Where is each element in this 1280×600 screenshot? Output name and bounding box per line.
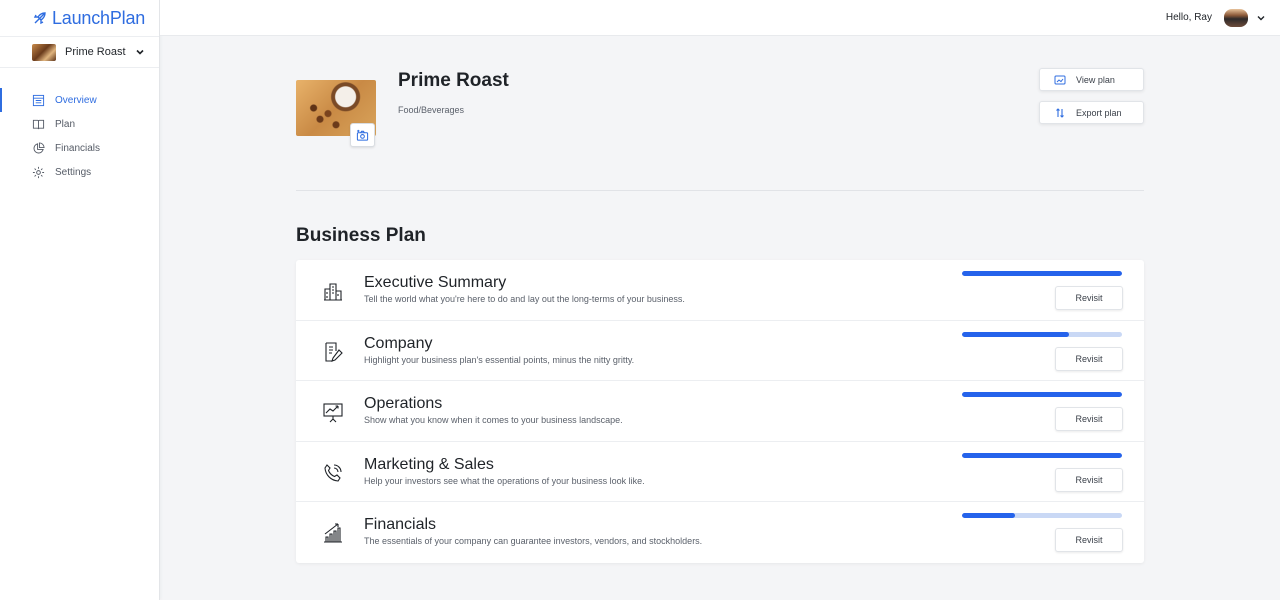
change-photo-button[interactable] [350,123,375,147]
chevron-down-icon[interactable] [1256,13,1266,23]
company-selector[interactable]: Prime Roast [0,36,159,68]
presentation-chart-icon [323,403,343,423]
plan-section-title: Operations [364,395,443,413]
progress-bar [962,331,1122,337]
growth-chart-icon [324,523,342,543]
plan-section-description: Tell the world what you're here to do an… [364,294,685,304]
sidebar-item-overview[interactable]: Overview [0,88,159,112]
section-title: Business Plan [296,225,426,246]
progress-fill [962,271,1122,276]
revisit-button[interactable]: Revisit [1055,467,1123,492]
progress-bar [962,392,1122,398]
plan-section-list: Executive Summary Tell the world what yo… [296,260,1144,563]
progress-fill [962,392,1122,398]
sidebar-item-label: Settings [55,166,92,178]
progress-bar [962,452,1122,458]
plan-section-title: Financials [364,516,437,534]
plan-section-description: Help your investors see what the operati… [364,475,645,486]
revisit-button[interactable]: Revisit [1055,407,1123,432]
sidebar-item-financials[interactable]: Financials [0,136,159,160]
revisit-button[interactable]: Revisit [1055,346,1123,371]
view-plan-button[interactable]: View plan [1039,68,1144,91]
avatar[interactable] [1224,8,1248,27]
company-selector-label: Prime Roast [65,46,126,58]
sidebar: LaunchPlan Prime Roast Overview Plan Fin… [0,0,160,600]
company-thumbnail [32,43,56,61]
sidebar-item-label: Plan [55,118,76,130]
document-edit-icon [325,342,343,362]
progress-bar [962,513,1122,519]
plan-section-description: The essentials of your company can guara… [364,536,703,547]
revisit-button[interactable]: Revisit [1055,286,1123,310]
book-icon [32,119,45,129]
progress-fill [962,513,1015,519]
sidebar-nav: Overview Plan Financials Settings [0,88,159,184]
page-title: Prime Roast [398,70,509,91]
plan-section-title: Company [364,334,433,352]
sidebar-item-label: Overview [55,94,97,106]
phone-call-icon [324,463,342,482]
overview-icon [32,94,45,106]
building-icon [324,283,342,301]
export-plan-label: Export plan [1076,107,1122,118]
plan-section-financials: Financials The essentials of your compan… [296,502,1144,563]
plan-section-description: Show what you know when it comes to your… [364,415,623,426]
plan-section-description: Highlight your business plan's essential… [364,354,635,365]
sidebar-item-plan[interactable]: Plan [0,112,159,136]
sort-arrows-icon [1056,107,1064,118]
company-industry: Food/Beverages [398,105,465,115]
sidebar-item-settings[interactable]: Settings [0,160,159,184]
plan-section-company: Company Highlight your business plan's e… [296,321,1144,382]
view-plan-label: View plan [1076,74,1115,85]
progress-bar [962,271,1122,276]
app-name: LaunchPlan [52,7,146,28]
rocket-icon [33,12,46,25]
plan-section-title: Marketing & Sales [364,455,494,473]
app-logo[interactable]: LaunchPlan [0,0,159,36]
image-preview-icon [1054,75,1066,84]
gear-icon [32,166,45,178]
progress-fill [962,452,1122,458]
plan-section-operations: Operations Show what you know when it co… [296,381,1144,442]
camera-add-icon [356,129,369,141]
sidebar-item-label: Financials [55,142,101,154]
progress-fill [962,331,1070,337]
export-plan-button[interactable]: Export plan [1039,101,1144,124]
plan-section-executive-summary: Executive Summary Tell the world what yo… [296,260,1144,321]
pie-chart-icon [33,141,45,153]
plan-section-title: Executive Summary [364,274,507,291]
user-greeting: Hello, Ray [1165,12,1212,23]
chevron-down-icon [135,49,144,55]
revisit-button[interactable]: Revisit [1055,528,1123,553]
top-bar: Hello, Ray [160,0,1280,36]
plan-section-marketing-sales: Marketing & Sales Help your investors se… [296,442,1144,503]
company-header: Prime Roast Food/Beverages View plan Exp… [296,66,1144,191]
